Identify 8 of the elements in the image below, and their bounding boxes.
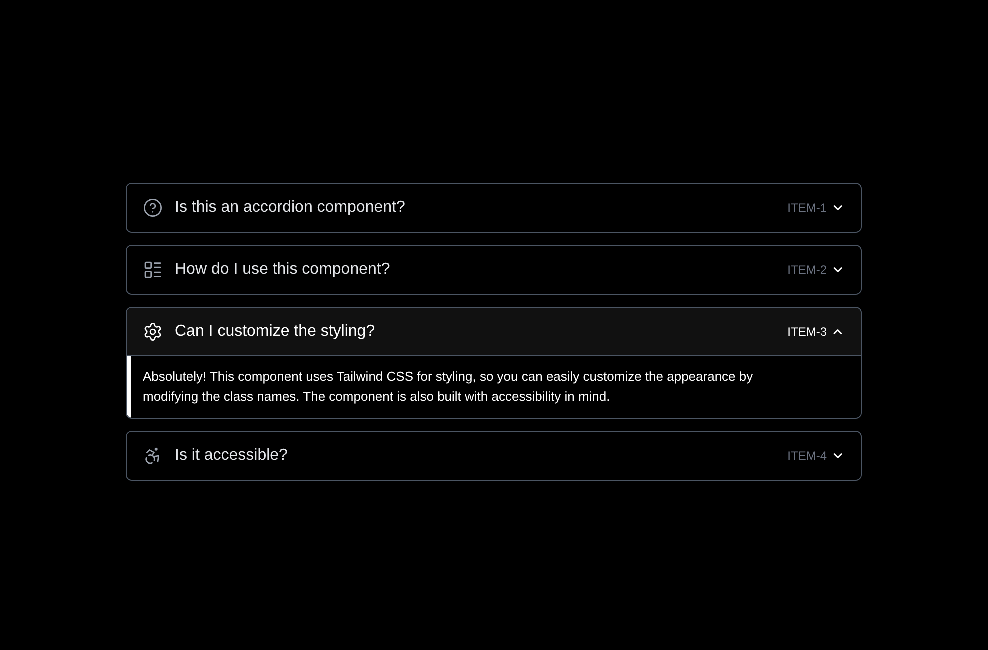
settings-icon xyxy=(143,322,163,342)
accordion-header[interactable]: Can I customize the styling? ITEM-3 xyxy=(127,308,861,356)
help-icon xyxy=(143,198,163,218)
list-icon xyxy=(143,260,163,280)
answer-text: Absolutely! This component uses Tailwind CSS for styling, so you can easily customize the appearance by modifying the class names. The component is also built with accessibility in mind. xyxy=(143,368,754,406)
accordion-header[interactable]: Is it accessible? ITEM-4 xyxy=(127,432,861,480)
accordion-header[interactable]: How do I use this component? ITEM-2 xyxy=(127,246,861,294)
accordion-header[interactable]: Is this an accordion component? ITEM-1 xyxy=(127,184,861,232)
